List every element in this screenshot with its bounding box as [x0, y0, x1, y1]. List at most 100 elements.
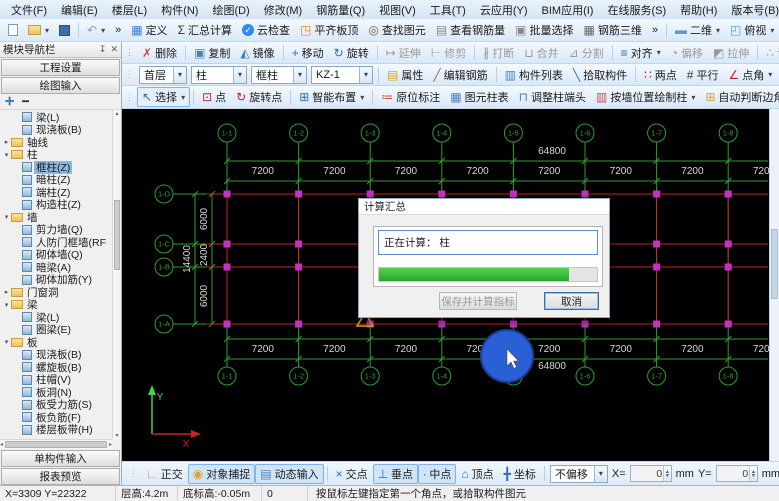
- column-element-marker[interactable]: [725, 321, 732, 328]
- tree-expand-arrow-icon[interactable]: ▾: [2, 151, 11, 159]
- more-tools-2-button[interactable]: »: [647, 22, 663, 38]
- menu-item-0[interactable]: 文件(F): [4, 0, 54, 20]
- scroll-left-arrow[interactable]: ◂: [0, 441, 3, 448]
- tree-item-3[interactable]: ▾柱: [2, 149, 112, 162]
- pin-icon[interactable]: ↧: [99, 44, 107, 55]
- delete-button[interactable]: ✗删除: [137, 43, 182, 63]
- tree-item-22[interactable]: 板洞(N): [2, 386, 112, 399]
- offset-select[interactable]: 不偏移 ▾: [550, 465, 608, 483]
- midpoint-snap-button[interactable]: ∙中点: [418, 464, 456, 484]
- undo-dropdown-arrow[interactable]: ▾: [101, 26, 105, 35]
- stretch-button[interactable]: ◩拉伸: [708, 43, 754, 63]
- pick-component-button[interactable]: ╲拾取构件: [568, 65, 632, 85]
- column-element-marker[interactable]: [295, 241, 302, 248]
- tree-item-17[interactable]: 圈梁(E): [2, 324, 112, 337]
- tree-item-25[interactable]: 楼层板带(H): [2, 424, 112, 437]
- scroll-thumb[interactable]: [771, 229, 778, 299]
- menu-item-5[interactable]: 修改(M): [257, 0, 310, 20]
- parallel-button[interactable]: #平行: [682, 65, 724, 85]
- tree-item-4[interactable]: 框柱(Z): [2, 161, 112, 174]
- move-button[interactable]: +移动: [287, 43, 329, 63]
- column-element-marker[interactable]: [224, 321, 231, 328]
- menu-item-6[interactable]: 钢筋量(Q): [309, 0, 372, 20]
- menu-item-1[interactable]: 编辑(E): [54, 0, 105, 20]
- offset-button[interactable]: ◔偏移: [666, 43, 708, 63]
- column-element-marker[interactable]: [224, 191, 231, 198]
- menu-item-13[interactable]: 版本号(B): [724, 0, 779, 20]
- menu-item-12[interactable]: 帮助(H): [673, 0, 724, 20]
- column-element-marker[interactable]: [725, 191, 732, 198]
- spinner-arrows-icon[interactable]: ▲▼: [663, 466, 670, 481]
- drawing-input-button[interactable]: 绘图输入: [1, 77, 120, 94]
- close-icon[interactable]: ✕: [110, 44, 118, 55]
- tree-item-15[interactable]: ▾梁: [2, 299, 112, 312]
- tree-expand-arrow-icon[interactable]: ▾: [2, 338, 11, 346]
- column-element-marker[interactable]: [510, 191, 517, 198]
- cancel-button[interactable]: 取消: [544, 292, 599, 310]
- point-angle-dropdown-arrow[interactable]: ▾: [768, 70, 772, 79]
- column-element-marker[interactable]: [725, 241, 732, 248]
- column-element-marker[interactable]: [653, 241, 660, 248]
- set-grips-button[interactable]: ∴设置夹点: [761, 43, 779, 63]
- scroll-thumb[interactable]: [114, 200, 120, 270]
- chevron-down-icon[interactable]: ▾: [359, 67, 372, 83]
- column-element-marker[interactable]: [438, 191, 445, 198]
- tree-item-18[interactable]: ▾板: [2, 336, 112, 349]
- tree-item-12[interactable]: 暗梁(A): [2, 261, 112, 274]
- column-element-marker[interactable]: [224, 264, 231, 271]
- menu-item-9[interactable]: 云应用(Y): [473, 0, 535, 20]
- column-element-marker[interactable]: [653, 264, 660, 271]
- cloud-check-button[interactable]: ✓云检查: [237, 20, 295, 40]
- select-tool-dropdown-arrow[interactable]: ▾: [181, 93, 185, 102]
- tree-expand-arrow-icon[interactable]: ▸: [2, 288, 11, 296]
- floor-select[interactable]: 首层▾: [139, 66, 187, 84]
- rotate-button[interactable]: ↻旋转: [329, 43, 374, 63]
- column-element-marker[interactable]: [582, 191, 589, 198]
- smart-layout-button[interactable]: ⊞智能布置▾: [294, 87, 369, 107]
- open-file-dropdown-arrow[interactable]: ▾: [45, 26, 49, 35]
- spinner-arrows-icon[interactable]: ▲▼: [749, 466, 756, 481]
- menu-item-10[interactable]: BIM应用(I): [535, 0, 601, 20]
- properties-button[interactable]: ▤属性: [382, 65, 428, 85]
- canvas-vertical-scrollbar[interactable]: [769, 109, 779, 461]
- tree-expand-arrow-icon[interactable]: ▾: [2, 213, 11, 221]
- view-2d-dropdown-arrow[interactable]: ▾: [716, 26, 720, 35]
- tree-item-20[interactable]: 螺旋板(B): [2, 361, 112, 374]
- tree-item-6[interactable]: 端柱(Z): [2, 186, 112, 199]
- tree-item-14[interactable]: ▸门窗洞: [2, 286, 112, 299]
- merge-button[interactable]: ⊔合并: [519, 43, 563, 63]
- tree-vertical-scrollbar[interactable]: ▴▾: [112, 110, 121, 439]
- type-select[interactable]: 框柱▾: [251, 66, 307, 84]
- align-button[interactable]: ≡对齐▾: [616, 43, 666, 63]
- project-settings-button[interactable]: 工程设置: [1, 59, 120, 76]
- extend-button[interactable]: ↦延伸: [381, 43, 426, 63]
- tree-item-8[interactable]: ▾墙: [2, 211, 112, 224]
- tree-item-7[interactable]: 构造柱(Z): [2, 199, 112, 212]
- dynamic-input-button[interactable]: ▤动态输入: [255, 464, 323, 484]
- rotate-point-button[interactable]: ↻旋转点: [231, 87, 287, 107]
- report-preview-button[interactable]: 报表预览: [1, 468, 120, 485]
- menu-item-11[interactable]: 在线服务(S): [600, 0, 673, 20]
- tree-horizontal-scrollbar[interactable]: ◂▸: [0, 439, 112, 449]
- save-and-calc-button[interactable]: 保存并计算指标: [439, 292, 517, 310]
- vertex-snap-button[interactable]: ⌂顶点: [456, 464, 498, 484]
- two-points-button[interactable]: ∷两点: [639, 65, 682, 85]
- column-element-marker[interactable]: [295, 321, 302, 328]
- intersection-snap-button[interactable]: ×交点: [331, 464, 373, 484]
- batch-select-button[interactable]: ▣批量选择: [510, 20, 578, 40]
- scroll-right-arrow[interactable]: ▸: [109, 441, 112, 448]
- chevron-down-icon[interactable]: ▾: [293, 67, 306, 83]
- coordinate-snap-button[interactable]: ╋坐标: [499, 464, 541, 484]
- element-select[interactable]: KZ-1▾: [311, 66, 373, 84]
- point-place-button[interactable]: ⊡点: [197, 87, 231, 107]
- point-angle-button[interactable]: ∠点角▾: [723, 65, 777, 85]
- tree-item-11[interactable]: 砌体墙(Q): [2, 249, 112, 262]
- draw-column-by-wall-button[interactable]: ▥按墙位置绘制柱▾: [591, 87, 700, 107]
- chevron-down-icon[interactable]: ▾: [594, 466, 607, 482]
- column-element-marker[interactable]: [295, 264, 302, 271]
- chevron-down-icon[interactable]: ▾: [233, 67, 246, 83]
- align-dropdown-arrow[interactable]: ▾: [657, 48, 661, 57]
- tree-item-1[interactable]: 现浇板(B): [2, 124, 112, 137]
- smart-layout-dropdown-arrow[interactable]: ▾: [360, 93, 364, 102]
- top-view-dropdown-arrow[interactable]: ▾: [770, 26, 774, 35]
